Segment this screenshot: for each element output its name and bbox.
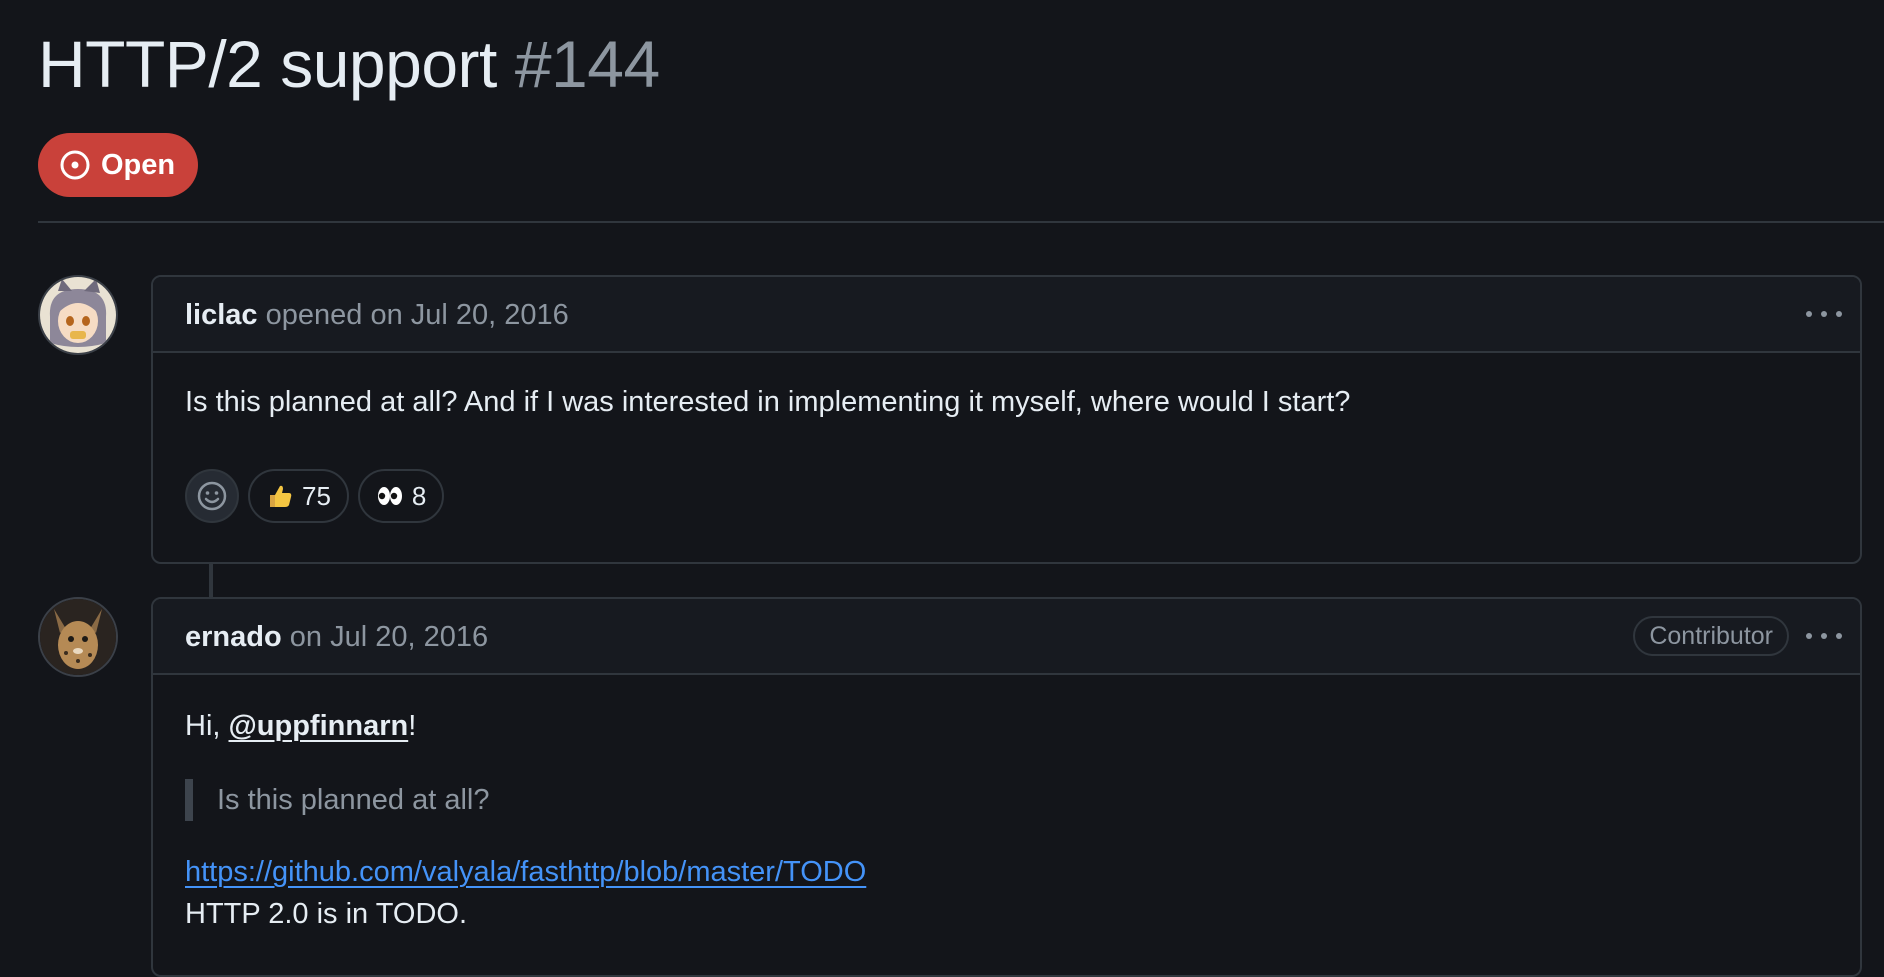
- dot-icon: [1836, 311, 1842, 317]
- comment-options-button[interactable]: [1806, 299, 1842, 329]
- issue-title-text: HTTP/2 support: [38, 27, 497, 101]
- smiley-icon: [197, 481, 227, 511]
- comment-timestamp[interactable]: on Jul 20, 2016: [290, 621, 488, 653]
- comment-body: Hi, @uppfinnarn! Is this planned at all?…: [153, 675, 1860, 975]
- comment-options-button[interactable]: [1806, 621, 1842, 651]
- dot-icon: [1821, 633, 1827, 639]
- liclac-avatar-image: [40, 277, 116, 353]
- dot-icon: [1806, 633, 1812, 639]
- comment-author-link[interactable]: liclac: [185, 299, 258, 331]
- reactions-bar: 75 8: [185, 469, 445, 523]
- greeting-suffix: !: [408, 710, 417, 742]
- dot-icon: [1821, 311, 1827, 317]
- contributor-badge: Contributor: [1633, 616, 1789, 656]
- thumbs-up-icon: [266, 482, 294, 510]
- comment-link-line: https://github.com/valyala/fasthttp/blob…: [185, 853, 866, 891]
- reaction-eyes[interactable]: 8: [357, 469, 445, 523]
- comment-author-link[interactable]: ernado: [185, 621, 282, 653]
- reaction-thumbs-up[interactable]: 75: [248, 469, 349, 523]
- issue-title: HTTP/2 support #144: [38, 26, 660, 102]
- user-mention-link[interactable]: @uppfinnarn: [229, 710, 409, 742]
- blockquote: Is this planned at all?: [185, 779, 489, 821]
- issue-state-badge: Open: [38, 133, 198, 197]
- reaction-count: 8: [411, 480, 427, 511]
- reaction-count: 75: [302, 480, 331, 511]
- comment-meta: liclac opened on Jul 20, 2016: [185, 277, 569, 353]
- timeline-connector: [209, 564, 213, 598]
- issue-comment: ernado on Jul 20, 2016 Contributor Hi, @…: [151, 597, 1862, 977]
- comment-timestamp[interactable]: opened on Jul 20, 2016: [266, 299, 569, 331]
- blockquote-text: Is this planned at all?: [217, 784, 490, 816]
- comment-text: Is this planned at all? And if I was int…: [185, 386, 1351, 418]
- eyes-icon: [376, 482, 404, 510]
- issue-number: #144: [514, 27, 660, 101]
- issue-page: HTTP/2 support#144 Open liclac opened o: [38, 0, 1884, 977]
- dot-icon: [1836, 633, 1842, 639]
- todo-link[interactable]: https://github.com/valyala/fasthttp/blob…: [185, 856, 866, 888]
- comment-greeting: Hi, @uppfinnarn!: [185, 707, 416, 745]
- avatar[interactable]: [38, 275, 118, 355]
- dot-icon: [1806, 311, 1812, 317]
- issue-opening-comment: liclac opened on Jul 20, 2016 Is this pl…: [151, 275, 1862, 564]
- comment-header: liclac opened on Jul 20, 2016: [153, 277, 1860, 353]
- add-reaction-button[interactable]: [185, 469, 239, 523]
- comment-text: HTTP 2.0 is in TODO.: [185, 898, 468, 930]
- greeting-prefix: Hi,: [185, 710, 229, 742]
- comment-header: ernado on Jul 20, 2016 Contributor: [153, 599, 1860, 675]
- issue-open-icon: [59, 149, 91, 181]
- comment-body: Is this planned at all? And if I was int…: [153, 353, 1860, 562]
- blockquote-bar: [185, 779, 193, 821]
- issue-state-label: Open: [100, 148, 176, 181]
- comment-meta: ernado on Jul 20, 2016: [185, 599, 488, 675]
- header-divider: [38, 221, 1884, 223]
- ernado-avatar-image: [40, 599, 116, 675]
- avatar[interactable]: [38, 597, 118, 677]
